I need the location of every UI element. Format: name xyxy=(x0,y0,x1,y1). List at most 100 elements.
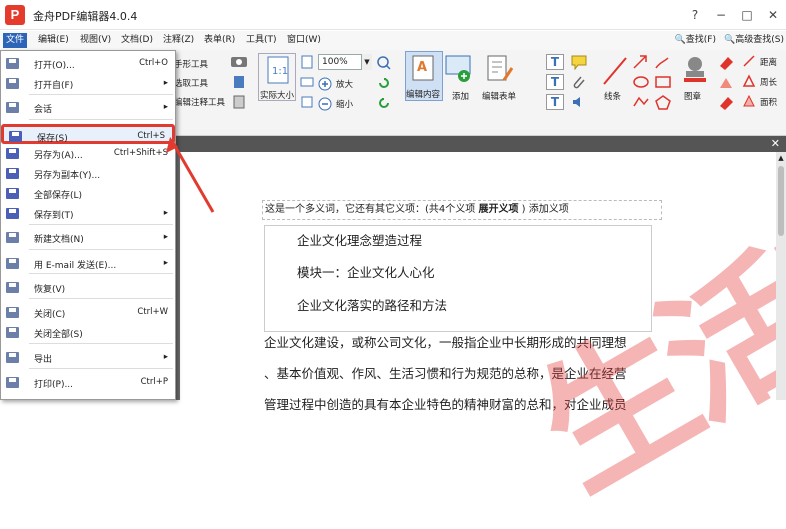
zoom-plus-icon[interactable] xyxy=(377,56,391,70)
arrow-tool-icon[interactable] xyxy=(632,54,650,70)
fit-visible-icon[interactable] xyxy=(300,95,314,109)
svg-text:1:1: 1:1 xyxy=(272,66,288,77)
find-button[interactable]: 🔍查找(F) xyxy=(675,33,716,48)
crop-icon[interactable] xyxy=(232,74,246,90)
menu-item-close-all[interactable]: 关闭全部(S) xyxy=(1,323,175,343)
editable-text-line[interactable]: 这是一个多义词，它还有其它义项：(共4个义项 展开义项 ) 添加义项 xyxy=(262,200,662,220)
polyline-tool-icon[interactable] xyxy=(632,94,650,110)
menu-form[interactable]: 表单(R) xyxy=(201,33,238,48)
email-icon xyxy=(6,258,19,269)
distance-label[interactable]: 距离 xyxy=(760,56,777,68)
zoom-in-label[interactable]: 放大 xyxy=(336,78,353,90)
menu-separator xyxy=(29,343,173,344)
area-highlight-icon[interactable] xyxy=(718,94,734,110)
menu-separator xyxy=(29,368,173,369)
edit-form-icon[interactable] xyxy=(484,54,518,86)
menu-item-close[interactable]: 关闭(C) Ctrl+W xyxy=(1,303,175,323)
eraser-icon[interactable] xyxy=(718,54,734,70)
menu-tools[interactable]: 工具(T) xyxy=(243,33,280,48)
vertical-scrollbar[interactable]: ▲ xyxy=(776,152,786,400)
binoculars-icon: 🔍 xyxy=(674,35,686,45)
pencil-tool-icon[interactable] xyxy=(654,54,672,70)
camera-icon[interactable] xyxy=(230,54,248,68)
menu-item-open-from[interactable]: 打开自(F) ▸ xyxy=(1,74,175,94)
add-image-icon[interactable] xyxy=(444,54,478,84)
line-label[interactable]: 线条 xyxy=(604,90,621,102)
menu-item-label: 保存(S) xyxy=(37,134,68,144)
area-label[interactable]: 面积 xyxy=(760,96,777,108)
menu-item-save-to[interactable]: 保存到(T) ▸ xyxy=(1,204,175,224)
menu-item-recover[interactable]: 恢复(V) xyxy=(1,278,175,298)
zoom-out-label[interactable]: 缩小 xyxy=(336,98,353,110)
menu-view[interactable]: 视图(V) xyxy=(77,33,114,48)
menu-file[interactable]: 文件 xyxy=(3,33,28,48)
edit-annotation-tool-button[interactable]: 编辑注释工具 xyxy=(174,96,225,108)
zoom-in-icon[interactable] xyxy=(318,77,332,91)
rotate-ccw-icon[interactable] xyxy=(377,96,391,110)
add-button[interactable]: 添加 xyxy=(452,90,469,102)
polygon-tool-icon[interactable] xyxy=(654,94,672,110)
menu-item-save-copy[interactable]: 另存为副本(Y)... xyxy=(1,164,175,184)
text-box-icon[interactable]: T xyxy=(546,54,564,70)
help-button[interactable]: ? xyxy=(682,0,708,30)
stamp-label[interactable]: 图章 xyxy=(684,90,701,102)
menu-comment[interactable]: 注释(Z) xyxy=(160,33,197,48)
note-icon[interactable] xyxy=(571,54,587,70)
menu-item-print[interactable]: 打印(P)... Ctrl+P xyxy=(1,373,175,393)
menu-item-save-as[interactable]: 另存为(A)... Ctrl+Shift+S xyxy=(1,144,175,164)
attachment-icon[interactable] xyxy=(571,74,587,90)
scroll-thumb[interactable] xyxy=(778,166,784,236)
text-select-icon[interactable] xyxy=(232,94,246,110)
submenu-arrow-icon: ▸ xyxy=(163,232,168,242)
callout-icon[interactable]: T xyxy=(546,94,564,110)
menu-item-open[interactable]: 打开(O)... Ctrl+O xyxy=(1,54,175,74)
actual-size-button[interactable]: 1:1 实际大小 xyxy=(258,53,296,101)
perimeter-icon[interactable] xyxy=(742,74,756,88)
select-tool-button[interactable]: 选取工具 xyxy=(174,77,208,89)
menu-window[interactable]: 窗口(W) xyxy=(284,33,324,48)
stamp-icon[interactable] xyxy=(680,54,710,88)
line-tool-icon[interactable] xyxy=(600,54,630,88)
rotate-cw-icon[interactable] xyxy=(377,76,391,90)
advanced-find-button[interactable]: 🔍高级查找(S) xyxy=(724,33,784,48)
menu-item-label: 另存为副本(Y)... xyxy=(34,171,101,181)
area-icon[interactable] xyxy=(742,94,756,108)
submenu-arrow-icon: ▸ xyxy=(163,208,168,218)
menu-bar: 文件 编辑(E) 视图(V) 文档(D) 注释(Z) 表单(R) 工具(T) 窗… xyxy=(0,31,786,50)
menu-edit[interactable]: 编辑(E) xyxy=(35,33,72,48)
chevron-down-icon[interactable]: ▼ xyxy=(361,54,372,70)
menu-item-shortcut: Ctrl+S xyxy=(137,131,165,141)
menu-document[interactable]: 文档(D) xyxy=(118,33,156,48)
menu-item-export[interactable]: 导出 ▸ xyxy=(1,348,175,368)
rectangle-tool-icon[interactable] xyxy=(654,74,672,90)
distance-icon[interactable] xyxy=(742,54,756,68)
menu-item-new-document[interactable]: 新建文档(N) ▸ xyxy=(1,228,175,248)
close-button[interactable]: ✕ xyxy=(760,0,786,30)
edit-content-button[interactable]: A 编辑内容 xyxy=(405,51,443,101)
document-page[interactable]: 这是一个多义词，它还有其它义项：(共4个义项 展开义项 ) 添加义项 企业文化理… xyxy=(180,152,786,523)
advanced-find-label: 高级查找(S) xyxy=(735,35,784,45)
zoom-out-icon[interactable] xyxy=(318,97,332,111)
submenu-arrow-icon: ▸ xyxy=(163,102,168,112)
highlight-icon[interactable] xyxy=(718,74,734,90)
menu-item-save-all[interactable]: 全部保存(L) xyxy=(1,184,175,204)
fit-width-icon[interactable] xyxy=(300,75,314,89)
sound-icon[interactable] xyxy=(571,94,587,110)
expand-items-link[interactable]: 展开义项 xyxy=(478,204,518,215)
heading-2: 模块一：企业文化人心化 xyxy=(297,265,435,280)
typewriter-icon[interactable]: T xyxy=(546,74,564,90)
submenu-arrow-icon: ▸ xyxy=(163,78,168,88)
scroll-up-icon[interactable]: ▲ xyxy=(777,154,785,162)
menu-item-email-send[interactable]: 用 E-mail 发送(E)... ▸ xyxy=(1,254,175,274)
minimize-button[interactable]: − xyxy=(708,0,734,30)
close-tab-icon[interactable]: ✕ xyxy=(771,137,780,150)
perimeter-label[interactable]: 周长 xyxy=(760,76,777,88)
ellipse-tool-icon[interactable] xyxy=(632,74,650,90)
maximize-button[interactable]: □ xyxy=(734,0,760,30)
fit-page-icon[interactable] xyxy=(300,55,314,69)
menu-item-label: 用 E-mail 发送(E)... xyxy=(34,261,117,271)
menu-item-session[interactable]: 会话 ▸ xyxy=(1,98,175,118)
edit-form-label[interactable]: 编辑表单 xyxy=(482,90,516,102)
menu-item-save[interactable]: 保存(S) Ctrl+S xyxy=(1,124,175,144)
hand-tool-button[interactable]: 手形工具 xyxy=(174,58,208,70)
